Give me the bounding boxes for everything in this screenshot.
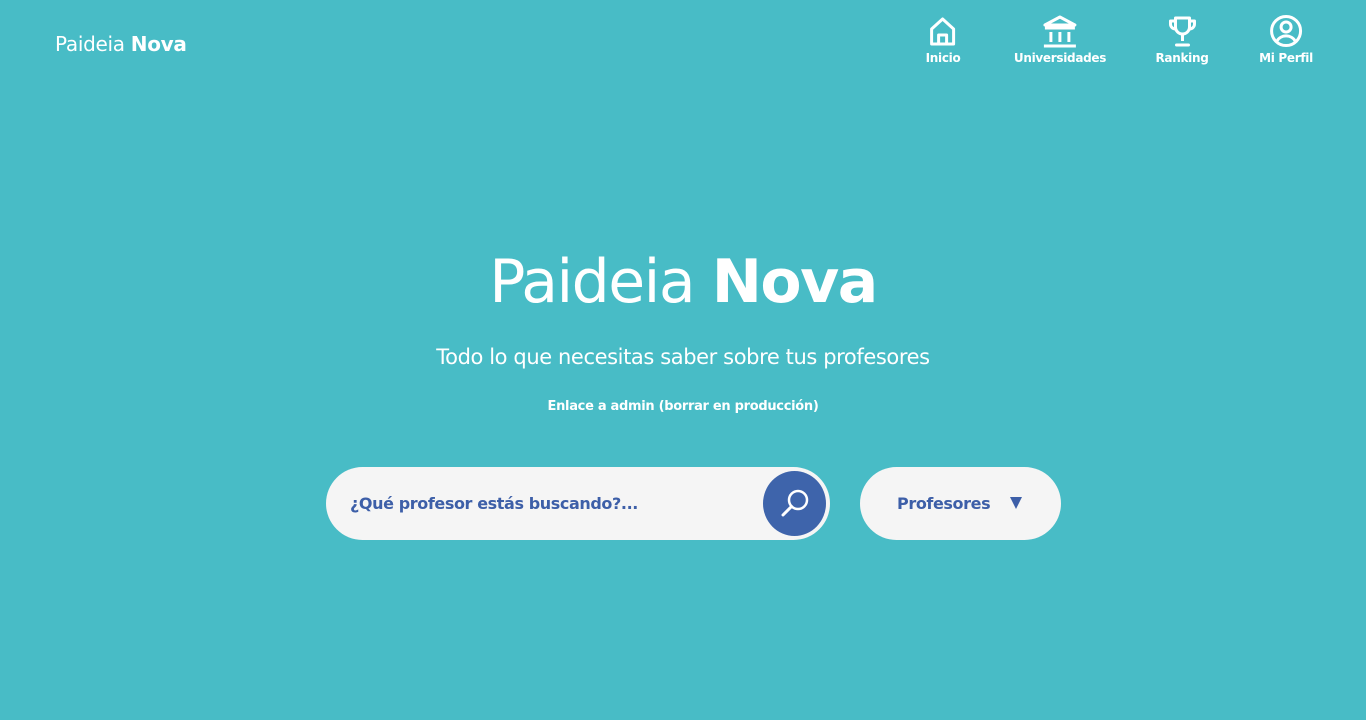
user-circle-icon bbox=[1270, 15, 1302, 47]
nav-item-mi-perfil[interactable]: Mi Perfil bbox=[1259, 14, 1313, 65]
search-button[interactable] bbox=[763, 471, 826, 536]
trophy-icon bbox=[1168, 16, 1196, 47]
nav-item-inicio[interactable]: Inicio bbox=[926, 14, 961, 65]
hero-subtitle: Todo lo que necesitas saber sobre tus pr… bbox=[436, 345, 930, 369]
brand-name-bold: Nova bbox=[130, 32, 187, 56]
page: Paideia Nova Inicio Universidades Rankin… bbox=[0, 0, 1366, 720]
brand-name-regular: Paideia bbox=[55, 32, 131, 56]
university-icon bbox=[1043, 15, 1077, 48]
admin-link[interactable]: Enlace a admin (borrar en producción) bbox=[548, 399, 819, 414]
nav-label-mi-perfil: Mi Perfil bbox=[1259, 51, 1313, 65]
search-box bbox=[326, 467, 830, 540]
brand-logo-link[interactable]: Paideia Nova bbox=[55, 31, 187, 57]
hero-title-bold: Nova bbox=[711, 247, 879, 317]
hero-title: Paideia Nova bbox=[0, 246, 1366, 318]
search-input[interactable] bbox=[350, 467, 770, 540]
search-icon bbox=[781, 489, 808, 516]
nav-item-universidades[interactable]: Universidades bbox=[1014, 14, 1106, 65]
caret-down-icon bbox=[1010, 497, 1022, 509]
filter-select-value: Profesores bbox=[897, 494, 991, 513]
home-icon bbox=[930, 17, 956, 46]
nav-item-ranking[interactable]: Ranking bbox=[1155, 14, 1209, 65]
filter-select[interactable]: Profesores bbox=[860, 467, 1061, 540]
nav-label-ranking: Ranking bbox=[1155, 51, 1209, 65]
nav-label-inicio: Inicio bbox=[925, 51, 961, 65]
hero-title-regular: Paideia bbox=[489, 247, 712, 317]
admin-link-row: Enlace a admin (borrar en producción) bbox=[0, 398, 1366, 416]
nav-label-universidades: Universidades bbox=[1013, 51, 1107, 65]
